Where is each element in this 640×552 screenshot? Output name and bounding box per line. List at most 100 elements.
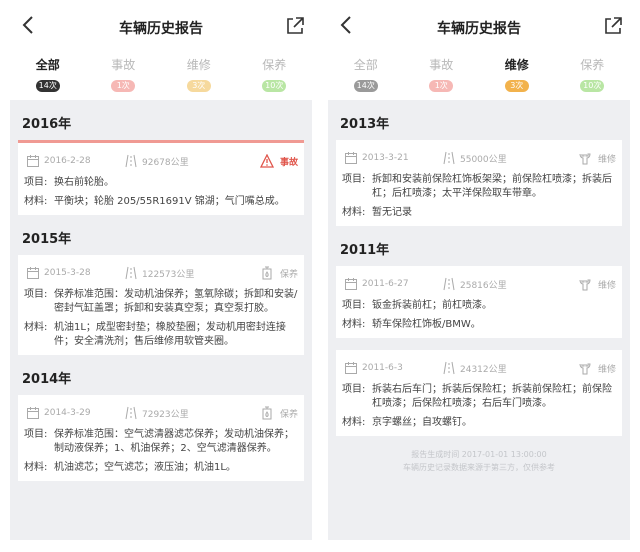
year-heading: 2014年 (22, 372, 72, 387)
phone-screen-repair: 车辆历史报告 全部 14次 事故 1次 维修 3次 保养 10次 2013年 2… (324, 0, 634, 552)
material-key: 材料: (24, 322, 48, 333)
record-type: 保养 (279, 409, 298, 420)
calendar-icon (345, 152, 357, 164)
tab-label: 全部 (353, 58, 378, 72)
record-materials: 机油1L；成型密封垫；橡胶垫圈；发动机用密封连接件；安全清洗剂；售后维修用软管夹… (54, 322, 286, 347)
item-key: 项目: (24, 429, 48, 440)
nav-bar: 车辆历史报告 (6, 0, 316, 52)
year-heading: 2015年 (22, 232, 72, 247)
calendar-icon (27, 267, 39, 279)
filter-tabs: 全部 14次 事故 1次 维修 3次 保养 10次 (324, 52, 634, 96)
road-icon (443, 277, 455, 291)
item-key: 项目: (342, 384, 366, 395)
report-generated-time: 报告生成时间 2017-01-01 13:00:00 (411, 450, 547, 459)
record-materials: 暂无记录 (372, 207, 412, 218)
wrench-icon (579, 279, 591, 291)
record-materials: 轿车保险杠饰板/BMW。 (372, 319, 481, 330)
record-type: 事故 (279, 157, 298, 168)
record-card[interactable]: 2013-3-21 55000公里 维修 项目: 拆卸和安装前保险杠饰板架梁；前保… (336, 140, 622, 226)
record-items: 钣金拆装前杠；前杠喷漆。 (372, 300, 492, 311)
material-key: 材料: (342, 417, 366, 428)
record-date: 2015-3-28 (44, 268, 91, 278)
record-card[interactable]: 2014-3-29 72923公里 保养 项目: 保养标准范围：空气滤清器滤芯保养… (18, 395, 304, 481)
record-list[interactable]: 2016年 2016-2-28 92678公里 事故 项目: 换右前轮胎。 材料:… (10, 100, 312, 540)
tab-label: 维修 (186, 58, 211, 72)
item-key: 项目: (342, 300, 366, 311)
record-items: 拆卸和安装前保险杠饰板架梁；前保险杠喷漆；拆装后杠；后杠喷漆；太平洋保险取车带章… (372, 174, 612, 199)
record-list[interactable]: 2013年 2013-3-21 55000公里 维修 项目: 拆卸和安装前保险杠饰… (328, 100, 630, 540)
page-title: 车辆历史报告 (437, 21, 521, 37)
calendar-icon (345, 362, 357, 374)
calendar-icon (27, 407, 39, 419)
record-materials: 京字螺丝；自攻螺钉。 (372, 417, 472, 428)
tab-repair[interactable]: 维修 3次 (161, 52, 237, 96)
record-mileage: 72923公里 (142, 409, 189, 420)
record-mileage: 122573公里 (142, 269, 195, 280)
count-badge: 1次 (111, 80, 136, 92)
record-type: 维修 (597, 364, 616, 375)
road-icon (443, 361, 455, 375)
record-items: 保养标准范围：空气滤清器滤芯保养；发动机油保养；制动液保养；1、机油保养；2、空… (54, 429, 294, 454)
report-footer: 报告生成时间 2017-01-01 13:00:00 车辆历史记录数据来源于第三… (328, 448, 630, 474)
record-type: 维修 (597, 154, 616, 165)
oil-can-icon (262, 266, 272, 280)
item-key: 项目: (342, 174, 366, 185)
tab-all[interactable]: 全部 14次 (10, 52, 86, 96)
warning-icon (259, 154, 274, 168)
year-heading: 2016年 (22, 117, 72, 132)
material-key: 材料: (342, 207, 366, 218)
material-key: 材料: (24, 196, 48, 207)
record-type: 保养 (279, 269, 298, 280)
record-mileage: 55000公里 (460, 154, 507, 165)
data-source-note: 车辆历史记录数据来源于第三方，仅供参考 (403, 463, 555, 472)
road-icon (443, 151, 455, 165)
record-items: 拆装右后车门；拆装后保险杠；拆装前保险杠；前保险杠喷漆；后保险杠喷漆；右后车门喷… (372, 384, 612, 409)
count-badge: 14次 (353, 80, 378, 92)
tab-label: 保养 (580, 58, 605, 72)
tab-maintenance[interactable]: 保养 10次 (555, 52, 631, 96)
record-type: 维修 (597, 280, 616, 291)
page-title: 车辆历史报告 (119, 21, 203, 37)
count-badge: 10次 (580, 80, 605, 92)
record-materials: 机油滤芯；空气滤芯；液压油；机油1L。 (54, 462, 236, 473)
record-date: 2014-3-29 (44, 408, 91, 418)
item-key: 项目: (24, 289, 48, 300)
tab-label: 事故 (429, 58, 454, 72)
record-date: 2016-2-28 (44, 156, 91, 166)
record-items: 换右前轮胎。 (54, 177, 114, 188)
tab-label: 全部 (35, 58, 60, 72)
phone-screen-all: 车辆历史报告 全部 14次 事故 1次 维修 3次 保养 10次 2016年 2… (6, 0, 316, 552)
record-card[interactable]: 2011-6-27 25816公里 维修 项目: 钣金拆装前杠；前杠喷漆。 材料:… (336, 266, 622, 338)
calendar-icon (27, 155, 39, 167)
tab-label: 维修 (504, 58, 529, 72)
record-card[interactable]: 2016-2-28 92678公里 事故 项目: 换右前轮胎。 材料: 平衡块；轮胎… (18, 140, 304, 215)
share-icon[interactable] (602, 15, 624, 37)
wrench-icon (579, 153, 591, 165)
record-date: 2011-6-27 (362, 279, 409, 289)
record-card[interactable]: 2011-6-3 24312公里 维修 项目: 拆装右后车门；拆装后保险杠；拆装前… (336, 350, 622, 436)
filter-tabs: 全部 14次 事故 1次 维修 3次 保养 10次 (6, 52, 316, 96)
record-items: 保养标准范围：发动机油保养；氢氧除碳；拆卸和安装/密封气缸盖罩；拆卸和安装真空泵… (54, 289, 298, 314)
road-icon (125, 266, 137, 280)
road-icon (125, 406, 137, 420)
tab-repair[interactable]: 维修 3次 (479, 52, 555, 96)
tab-accident[interactable]: 事故 1次 (86, 52, 162, 96)
year-heading: 2011年 (340, 243, 390, 258)
year-heading: 2013年 (340, 117, 390, 132)
share-icon[interactable] (284, 15, 306, 37)
tab-maintenance[interactable]: 保养 10次 (237, 52, 313, 96)
material-key: 材料: (342, 319, 366, 330)
record-mileage: 25816公里 (460, 280, 507, 291)
tab-accident[interactable]: 事故 1次 (404, 52, 480, 96)
record-card[interactable]: 2015-3-28 122573公里 保养 项目: 保养标准范围：发动机油保养；氢… (18, 255, 304, 355)
calendar-icon (345, 278, 357, 290)
tab-label: 保养 (262, 58, 287, 72)
wrench-icon (579, 363, 591, 375)
count-badge: 3次 (186, 80, 211, 92)
count-badge: 1次 (429, 80, 454, 92)
oil-can-icon (262, 406, 272, 420)
count-badge: 14次 (35, 80, 60, 92)
tab-all[interactable]: 全部 14次 (328, 52, 404, 96)
material-key: 材料: (24, 462, 48, 473)
tab-label: 事故 (111, 58, 136, 72)
